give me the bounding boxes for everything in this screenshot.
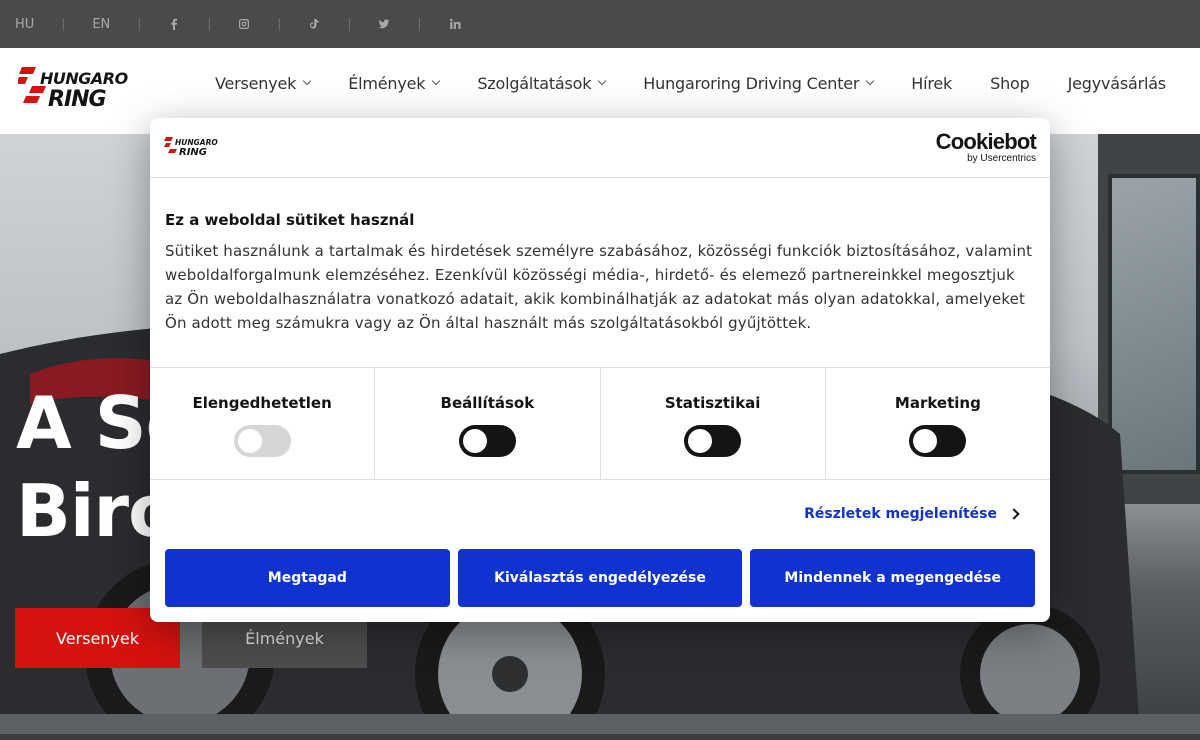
toggle-knob (462, 429, 487, 453)
facebook-icon[interactable] (168, 18, 180, 30)
cookie-details-row: Részletek megjelenítése (150, 480, 1050, 549)
nav-item-label: Jegyvásárlás (1067, 73, 1167, 93)
toggle-knob (237, 429, 262, 453)
cookie-dialog-body: Ez a weboldal sütiket használ Sütiket ha… (150, 178, 1050, 367)
separator: | (277, 17, 282, 31)
chevron-down-icon (598, 76, 607, 86)
instagram-icon[interactable] (238, 18, 250, 30)
cookie-buttons: Megtagad Kiválasztás engedélyezése Minde… (150, 549, 1050, 607)
cookie-consent-dialog: HUNGARO RING Cookiebot by Usercentrics E… (150, 118, 1050, 622)
svg-text:HUNGARO: HUNGARO (175, 138, 218, 147)
separator: | (417, 17, 422, 31)
show-details-link[interactable]: Részletek megjelenítése (804, 506, 997, 522)
category-label: Marketing (894, 394, 981, 412)
nav-item-hirek[interactable]: Hírek (911, 74, 952, 93)
nav-item-versenyek[interactable]: Versenyek (215, 73, 312, 93)
nav-item-label: Hírek (911, 73, 953, 93)
hungaroring-logo-small: HUNGARO RING (164, 134, 222, 158)
nav-item-label: Shop (990, 73, 1030, 93)
top-bar: HU | EN | | | | | (0, 0, 1200, 48)
svg-text:RING: RING (48, 87, 107, 110)
toggle-knob (913, 429, 938, 453)
cookie-dialog-text: Sütiket használunk a tartalmak és hirdet… (165, 242, 1033, 332)
nav-item-label: Szolgáltatások (477, 73, 592, 93)
nav-item-label: Hungaroring Driving Center (643, 73, 860, 93)
cookiebot-brand: Cookiebot (935, 129, 1037, 154)
allow-all-button[interactable]: Mindennek a megengedése (750, 549, 1036, 607)
marketing-toggle[interactable] (909, 425, 967, 457)
necessary-toggle (233, 425, 291, 457)
cookie-category-necessary: Elengedhetetlen (150, 368, 376, 479)
statistics-toggle[interactable] (684, 425, 742, 457)
preferences-toggle[interactable] (458, 425, 516, 457)
lang-hu-link[interactable]: HU (15, 17, 34, 32)
cookie-categories: Elengedhetetlen Beállítások Statisztikai… (150, 367, 1050, 480)
svg-text:RING: RING (179, 147, 207, 158)
hungaroring-logo[interactable]: HUNGARO RING (16, 64, 153, 112)
separator: | (347, 17, 352, 31)
cookie-category-statistics: Statisztikai (601, 368, 826, 479)
nav-item-shop[interactable]: Shop (990, 73, 1030, 93)
separator: | (207, 17, 212, 31)
separator: | (137, 17, 142, 31)
tiktok-icon[interactable] (308, 18, 320, 30)
nav-item-elmenyek[interactable]: Élmények (348, 73, 441, 93)
chevron-down-icon (432, 76, 441, 86)
linkedin-icon[interactable] (449, 18, 461, 30)
category-label: Elengedhetetlen (192, 394, 332, 412)
cookie-category-marketing: Marketing (826, 368, 1050, 479)
chevron-down-icon (302, 76, 312, 86)
cookiebot-brand-sub: by Usercentrics (967, 153, 1036, 164)
separator: | (61, 17, 66, 31)
toggle-knob (688, 429, 713, 453)
cookie-category-preferences: Beállítások (375, 368, 601, 479)
nav-item-label: Versenyek (215, 73, 297, 93)
nav-item-szolgaltatasok[interactable]: Szolgáltatások (477, 73, 607, 93)
nav-item-jegyvasarlas[interactable]: Jegyvásárlás (1067, 73, 1167, 93)
cookie-dialog-header: HUNGARO RING Cookiebot by Usercentrics (150, 118, 1050, 178)
category-label: Beállítások (440, 394, 535, 412)
nav-item-driving-center[interactable]: Hungaroring Driving Center (643, 73, 875, 93)
chevron-right-icon[interactable] (1008, 508, 1020, 520)
category-label: Statisztikai (664, 394, 761, 412)
twitter-icon[interactable] (378, 18, 390, 30)
nav-item-label: Élmények (348, 73, 426, 93)
allow-selection-button[interactable]: Kiválasztás engedélyezése (457, 549, 743, 607)
lang-en-link[interactable]: EN (92, 17, 110, 32)
cookie-dialog-title: Ez a weboldal sütiket használ (165, 211, 415, 229)
cookiebot-logo[interactable]: Cookiebot by Usercentrics (935, 129, 1037, 164)
deny-button[interactable]: Megtagad (165, 549, 450, 607)
svg-text:HUNGARO: HUNGARO (40, 69, 129, 88)
chevron-down-icon (866, 76, 875, 86)
nav-menu: Versenyek Élmények Szolgáltatások Hungar… (215, 48, 1166, 118)
